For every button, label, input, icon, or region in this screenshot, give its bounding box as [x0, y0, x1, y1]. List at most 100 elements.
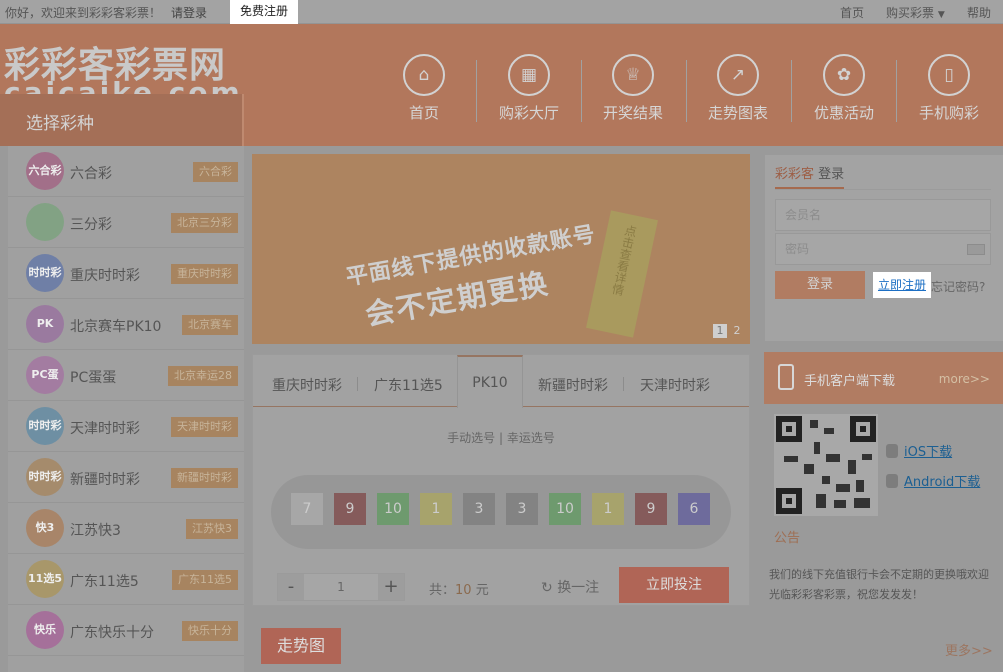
- tab-xinjiang[interactable]: 新疆时时彩: [538, 375, 608, 395]
- banner-dot-2[interactable]: 2: [730, 324, 744, 338]
- phone-icon: [778, 364, 794, 390]
- trend-chart-button[interactable]: 走势图: [261, 628, 341, 664]
- lottery-ball-icon: 六合彩: [26, 152, 64, 190]
- lottery-item-pcdandan[interactable]: PC蛋 PC蛋蛋 北京幸运28: [8, 350, 244, 401]
- lottery-ball-icon: 快3: [26, 509, 64, 547]
- quantity-stepper: - 1 +: [277, 573, 405, 601]
- qr-module: [810, 420, 818, 428]
- header: 彩彩客彩票网 caicaike.com 选择彩种 ⌂ 首页 ▦ 购彩大厅 ♕ 开奖结果…: [0, 24, 1003, 146]
- mobile-download-title: 手机客户端下载: [804, 374, 896, 389]
- nav-lobby[interactable]: ▦ 购彩大厅: [477, 54, 581, 123]
- welcome-text: 你好，欢迎来到彩彩客彩票！: [5, 6, 162, 20]
- banner-dot-1[interactable]: 1: [713, 324, 727, 338]
- lottery-ball-icon: 时时彩: [26, 254, 64, 292]
- nav-promotions[interactable]: ✿ 优惠活动: [792, 54, 896, 123]
- pick-mode: 手动选号 | 幸运选号: [253, 429, 749, 446]
- keyboard-icon[interactable]: [967, 244, 985, 255]
- number-ball: 10: [377, 493, 409, 525]
- lottery-tag: 江苏快3: [186, 519, 238, 539]
- username-field[interactable]: 会员名: [775, 199, 991, 231]
- select-lottery-bar[interactable]: 选择彩种: [0, 94, 244, 146]
- lottery-tag: 新疆时时彩: [171, 468, 238, 488]
- qr-module: [784, 456, 798, 462]
- forgot-password-link[interactable]: 忘记密码?: [931, 278, 985, 295]
- register-now-link[interactable]: 立即注册: [873, 272, 931, 298]
- notice-text: 我们的线下充值银行卡会不定期的更换哦欢迎光临彩彩客彩票，祝您发发发！: [769, 568, 989, 601]
- login-button[interactable]: 登录: [775, 271, 865, 299]
- lottery-item-jiangsu-k3[interactable]: 快3 江苏快3 江苏快3: [8, 503, 244, 554]
- qr-module: [856, 480, 864, 492]
- qr-module: [862, 454, 872, 460]
- place-bet-button[interactable]: 立即投注: [619, 567, 729, 603]
- lottery-name: 江苏快3: [70, 523, 121, 539]
- qr-module: [836, 484, 850, 492]
- mobile-more-link[interactable]: more>>: [939, 372, 990, 386]
- lottery-name: 北京赛车PK10: [70, 319, 162, 335]
- nav-results[interactable]: ♕ 开奖结果: [581, 54, 685, 123]
- android-download-link[interactable]: Android下载: [886, 471, 980, 490]
- lottery-item-sanfencai[interactable]: 三分彩 北京三分彩: [8, 197, 244, 248]
- lottery-name: PC蛋蛋: [70, 370, 117, 386]
- tab-guangdong-11x5[interactable]: 广东11选5: [374, 375, 443, 395]
- login-brand: 彩彩客: [775, 167, 815, 182]
- lottery-sidebar: 六合彩 六合彩 六合彩 三分彩 北京三分彩 时时彩 重庆时时彩 重庆时时彩 PK…: [8, 146, 244, 672]
- password-field[interactable]: 密码: [775, 233, 991, 265]
- lottery-tag: 北京三分彩: [171, 213, 238, 233]
- lottery-tag: 广东11选5: [172, 570, 238, 590]
- trend-more-link[interactable]: 更多>>: [945, 640, 993, 659]
- mode-divider: |: [495, 431, 507, 445]
- lottery-item-liuhecai[interactable]: 六合彩 六合彩 六合彩: [8, 146, 244, 197]
- qr-module: [816, 494, 826, 508]
- top-buy-link[interactable]: 购买彩票 ▼: [886, 4, 945, 21]
- lottery-tag: 快乐十分: [182, 621, 238, 641]
- tab-chongqing[interactable]: 重庆时时彩: [272, 375, 342, 395]
- select-lottery-label: 选择彩种: [26, 114, 94, 134]
- ios-download-link[interactable]: iOS下载: [886, 441, 952, 460]
- nav-home-label: 首页: [408, 104, 439, 122]
- lottery-item-xinjiang[interactable]: 时时彩 新疆时时彩 新疆时时彩: [8, 452, 244, 503]
- top-home-link[interactable]: 首页: [840, 4, 864, 21]
- nav-mobile[interactable]: ▯ 手机购彩: [897, 54, 1001, 123]
- free-register-link[interactable]: 免费注册: [230, 0, 298, 24]
- swap-bet-button[interactable]: ↻ 换一注: [541, 577, 599, 597]
- bet-total: 共：10 元: [429, 579, 489, 598]
- qr-module: [804, 464, 814, 474]
- lottery-item-pk10[interactable]: PK 北京赛车PK10 北京赛车: [8, 299, 244, 350]
- refresh-icon: ↻: [541, 580, 553, 596]
- lottery-ball-icon: 时时彩: [26, 458, 64, 496]
- android-icon: [886, 474, 898, 488]
- lottery-name: 新疆时时彩: [70, 472, 140, 488]
- login-title: 登录: [818, 167, 845, 182]
- top-help-link[interactable]: 帮助: [967, 4, 991, 21]
- lottery-tag: 天津时时彩: [171, 417, 238, 437]
- qr-finder: [776, 488, 802, 514]
- lottery-name: 六合彩: [70, 166, 112, 182]
- quick-bet-panel: 重庆时时彩 广东11选5 PK10 新疆时时彩 天津时时彩 手动选号 | 幸运选…: [252, 354, 750, 606]
- nav-home[interactable]: ⌂ 首页: [372, 54, 476, 123]
- banner-detail-card[interactable]: 点击查看详情: [586, 210, 658, 338]
- quantity-input[interactable]: 1: [304, 574, 378, 600]
- promo-banner[interactable]: 平面线下提供的收款账号 会不定期更换 点击查看详情 12: [252, 154, 750, 344]
- nav-trends[interactable]: ↗ 走势图表: [686, 54, 790, 123]
- lottery-item-tianjin[interactable]: 时时彩 天津时时彩 天津时时彩: [8, 401, 244, 452]
- quantity-plus-button[interactable]: +: [378, 574, 404, 600]
- tab-pk10[interactable]: PK10: [457, 355, 523, 408]
- lottery-item-chongqing[interactable]: 时时彩 重庆时时彩 重庆时时彩: [8, 248, 244, 299]
- top-bar: 你好，欢迎来到彩彩客彩票！ 请登录 首页 购买彩票 ▼ 帮助: [0, 0, 1003, 24]
- quantity-minus-button[interactable]: -: [278, 574, 304, 600]
- lucky-pick-link[interactable]: 幸运选号: [507, 431, 555, 445]
- lottery-item-guangdong-11x5[interactable]: 11选5 广东11选5 广东11选5: [8, 554, 244, 605]
- number-ball: 9: [334, 493, 366, 525]
- lottery-tag: 六合彩: [193, 162, 238, 182]
- total-unit: 元: [475, 583, 489, 598]
- tab-tianjin[interactable]: 天津时时彩: [640, 375, 710, 395]
- tab-divider: [357, 377, 358, 391]
- lottery-item-guangdong-kl10[interactable]: 快乐 广东快乐十分 快乐十分: [8, 605, 244, 656]
- lottery-name: 三分彩: [70, 217, 112, 233]
- login-link[interactable]: 请登录: [171, 4, 207, 21]
- login-header: 彩彩客 登录: [775, 163, 845, 189]
- manual-pick-link[interactable]: 手动选号: [447, 431, 495, 445]
- chevron-down-icon: ▼: [937, 10, 945, 20]
- store-icon: ▦: [508, 54, 550, 96]
- tab-divider: [623, 377, 624, 391]
